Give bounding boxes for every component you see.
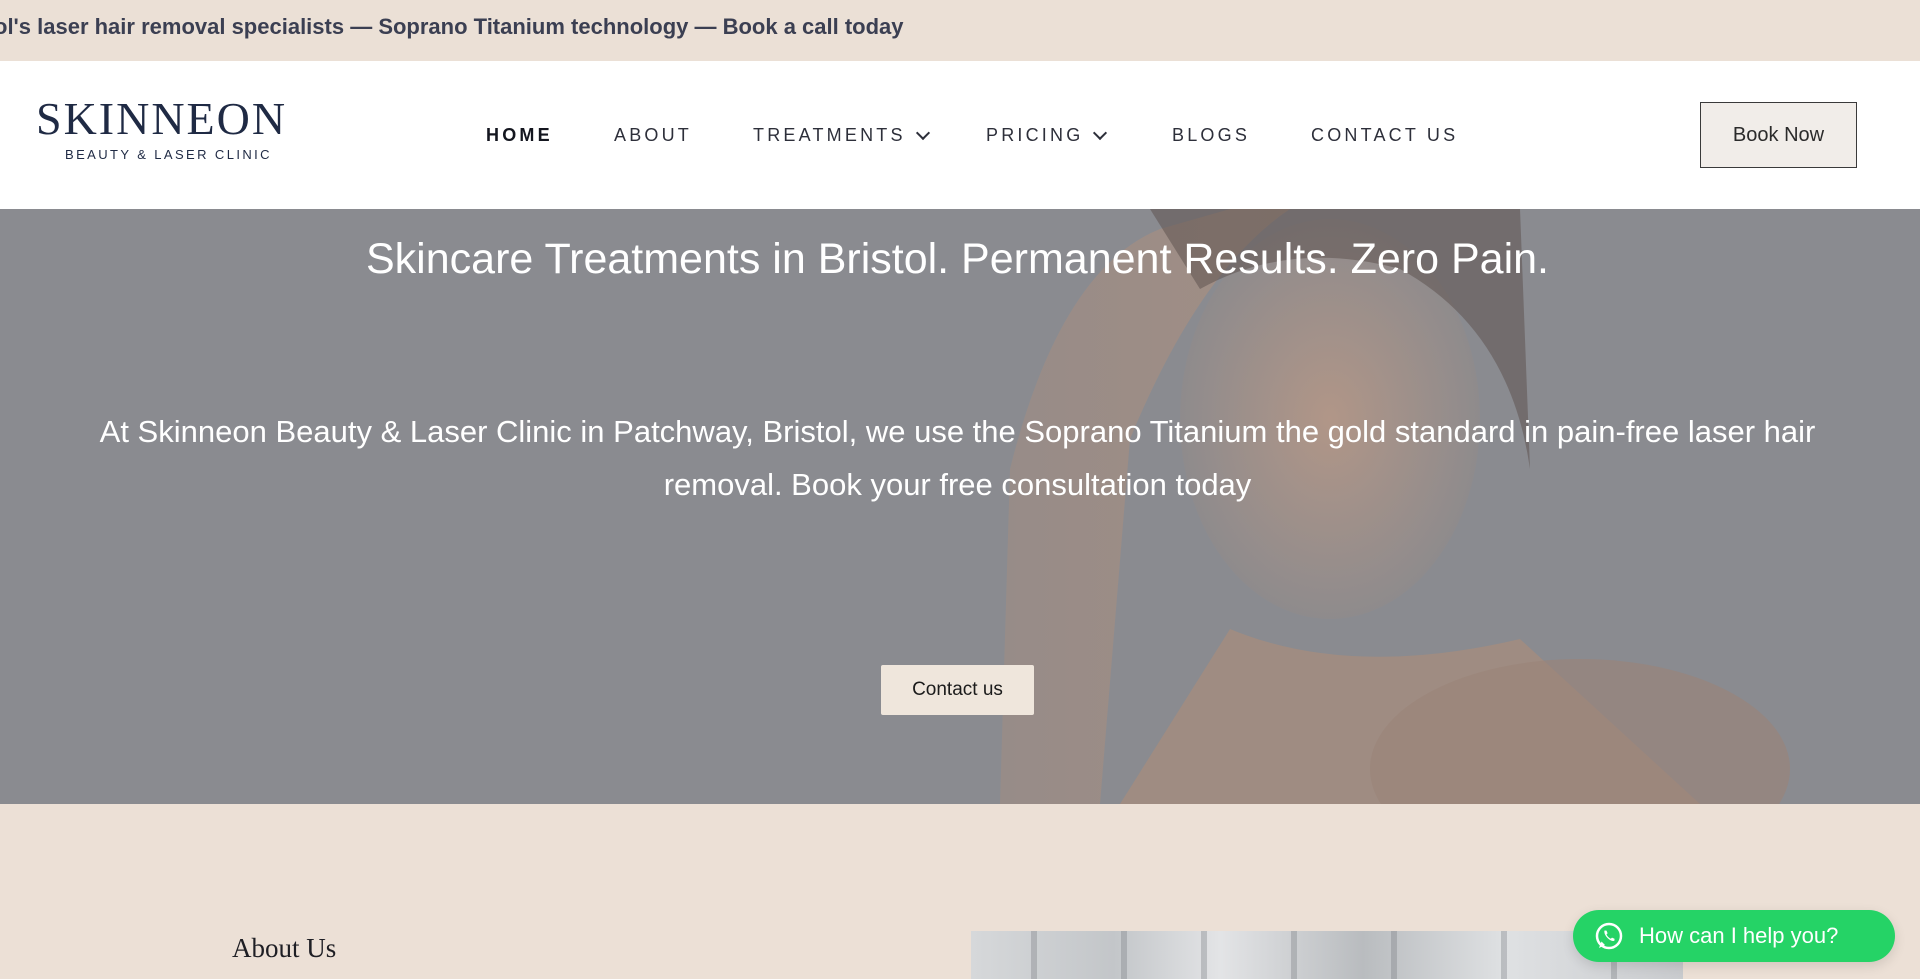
chevron-down-icon <box>915 125 930 140</box>
nav-treatments-label: TREATMENTS <box>753 125 906 145</box>
nav-pricing-label: PRICING <box>986 125 1084 145</box>
nav-treatments[interactable]: TREATMENTS <box>753 125 930 146</box>
announcement-bar: ol's laser hair removal specialists — So… <box>0 0 1920 61</box>
nav-about-label: ABOUT <box>614 125 693 145</box>
nav-about[interactable]: ABOUT <box>614 125 692 146</box>
chevron-down-icon <box>1093 125 1108 140</box>
nav-blogs[interactable]: BLOGS <box>1172 125 1250 146</box>
whatsapp-chat-button[interactable]: How can I help you? <box>1573 910 1895 962</box>
logo-wordmark: SKINNEON <box>36 93 288 144</box>
nav-blogs-label: BLOGS <box>1172 125 1251 145</box>
contact-us-button[interactable]: Contact us <box>881 665 1034 715</box>
announcement-text: ol's laser hair removal specialists — So… <box>0 14 904 39</box>
nav-pricing[interactable]: PRICING <box>986 125 1108 146</box>
nav-home-label: HOME <box>486 125 553 145</box>
hero-title: Skincare Treatments in Bristol. Permanen… <box>366 235 1549 283</box>
whatsapp-icon <box>1595 922 1623 950</box>
about-heading: About Us <box>232 933 337 963</box>
site-header: SKINNEON BEAUTY & LASER CLINIC HOME ABOU… <box>0 61 1920 209</box>
hero-subtitle: At Skinneon Beauty & Laser Clinic in Pat… <box>99 414 1816 502</box>
nav-contact[interactable]: CONTACT US <box>1311 125 1458 146</box>
chat-label: How can I help you? <box>1639 923 1839 948</box>
nav-contact-label: CONTACT US <box>1311 125 1459 145</box>
logo-tagline: BEAUTY & LASER CLINIC <box>65 147 272 162</box>
logo[interactable]: SKINNEON BEAUTY & LASER CLINIC <box>36 96 286 168</box>
hero-section: Skincare Treatments in Bristol. Permanen… <box>0 209 1920 804</box>
book-now-button[interactable]: Book Now <box>1700 102 1857 168</box>
nav-home[interactable]: HOME <box>486 125 553 146</box>
